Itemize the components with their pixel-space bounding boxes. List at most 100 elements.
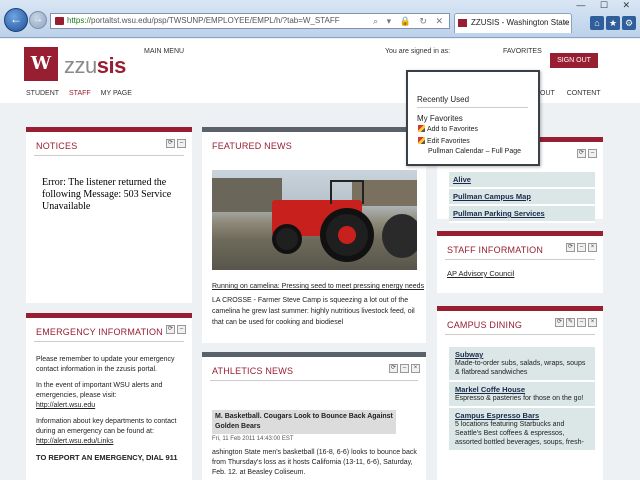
dining-description: 5 locations featuring Starbucks and Seat… [455,421,584,446]
divider [445,334,595,335]
refresh-icon[interactable]: ⟳ [389,364,398,373]
tab-student[interactable]: STUDENT [26,90,59,97]
ap-advisory-council-link[interactable]: AP Advisory Council [447,269,514,278]
emergency-report-notice: TO REPORT AN EMERGENCY, DIAL 911 [36,453,178,462]
refresh-icon[interactable]: ⟳ [566,243,575,252]
link-alive[interactable]: Alive [449,172,595,189]
minimize-icon[interactable]: – [577,243,586,252]
tractor-cab [330,180,364,204]
pullman-calendar-item[interactable]: Pullman Calendar – Full Page [428,148,521,155]
main-menu-link[interactable]: MAIN MENU [144,48,184,55]
portlet-title: CAMPUS DINING [447,320,523,330]
site-favicon-icon [55,17,64,25]
link-pullman-campus-map[interactable]: Pullman Campus Map [449,189,595,206]
refresh-icon[interactable]: ⟳ [166,139,175,148]
portal-header: W zzusis MAIN MENU You are signed in as:… [0,39,640,103]
emergency-text: Please remember to update your emergency… [36,355,196,469]
dining-name-link[interactable]: Subway [455,350,589,359]
home-icon[interactable]: ⌂ [590,16,604,30]
tools-gear-icon[interactable]: ⚙ [622,16,636,30]
list-item: Campus Espresso Bars 5 locations featuri… [449,408,595,450]
close-icon[interactable]: × [411,364,420,373]
portlet-controls: ⟳ – [164,137,186,148]
favorites-star-icon[interactable]: ★ [606,16,620,30]
dining-description: Espresso & pasteries for those on the go… [455,395,584,402]
portlet-title: STAFF INFORMATION [447,245,544,255]
tractor-front-wheel [272,224,302,254]
divider [34,341,184,342]
window-controls[interactable]: — ☐ ✕ [576,0,636,11]
athletics-date: Fri, 11 Feb 2011 14:43:00 EST [212,436,294,442]
staff-information-portlet: STAFF INFORMATION ⟳ – × AP Advisory Counci… [437,231,603,293]
tab-favicon-icon [458,19,467,27]
signed-in-label: You are signed in as: [385,48,451,55]
refresh-icon[interactable]: ⟳ [555,318,564,327]
divider [34,155,184,156]
alert-link[interactable]: http://alert.wsu.edu [36,402,95,409]
close-icon[interactable]: × [588,318,597,327]
logo-text: zzusis [64,53,126,78]
portlet-controls: ⟳ – [164,323,186,334]
list-item: Markel Coffe House Espresso & pasteries … [449,382,595,406]
add-to-favorites-item[interactable]: Add to Favorites [418,125,478,133]
emergency-paragraph: In the event of important WSU alerts and… [36,382,163,409]
link-pullman-parking-services[interactable]: Pullman Parking Services [449,206,595,223]
featured-news-link[interactable]: Running on camelina: Pressing seed to me… [212,283,424,290]
top-nav: STUDENT STAFF MY PAGE [26,90,140,97]
minimize-icon[interactable]: – [588,149,597,158]
browser-tab[interactable]: ZZUSIS - Washington State ... × [454,13,572,33]
tab-staff[interactable]: STAFF [69,90,91,97]
address-bar-icons[interactable]: ⌕ ▾ 🔒 ↻ ✕ [373,14,446,28]
minimize-icon[interactable]: – [177,325,186,334]
edit-icon[interactable]: ✎ [566,318,575,327]
url-scheme: https:// [67,16,92,25]
divider [210,380,418,381]
close-icon[interactable]: × [588,243,597,252]
favorites-link[interactable]: FAVORITES [503,48,542,55]
athletics-summary: ashington State men's basketball (16-8, … [212,449,417,476]
tab-content[interactable]: CONTENT [567,90,601,97]
tractor-rear-wheel [320,208,374,262]
campus-dining-portlet: CAMPUS DINING ⟳ ✎ – × Subway Made-to-order … [437,306,603,480]
dining-name-link[interactable]: Campus Espresso Bars [455,411,589,420]
portlet-controls: ⟳ – [575,147,597,158]
tab-out[interactable]: OUT [540,90,555,97]
notice-error-message: Error: The listener returned the followi… [42,177,172,212]
notices-portlet: NOTICES ⟳ – Error: The listener returned … [26,127,192,303]
toolbar-icons: ⌂ ★ ⚙ [588,16,636,30]
minimize-icon[interactable]: – [400,364,409,373]
forward-button[interactable]: → [29,11,47,29]
my-favorites-heading: My Favorites [417,114,463,123]
alert-links-link[interactable]: http://alert.wsu.edu/Links [36,438,113,445]
minimize-icon[interactable]: – [577,318,586,327]
tab-close-icon[interactable]: × [563,14,568,32]
minimize-icon[interactable]: – [177,139,186,148]
emergency-paragraph: Please remember to update your emergency… [36,356,175,373]
zzusis-logo[interactable]: W zzusis [24,47,126,81]
refresh-icon[interactable]: ⟳ [166,325,175,334]
tractor-rear-wheel-2 [382,214,417,258]
edit-favorites-item[interactable]: Edit Favorites [418,137,470,145]
list-item: Subway Made-to-order subs, salads, wraps… [449,347,595,380]
athletics-headline[interactable]: M. Basketball. Cougars Look to Bounce Ba… [212,410,396,434]
portlet-title: NOTICES [36,141,78,151]
tab-my-page[interactable]: MY PAGE [101,90,132,97]
quick-links-list: Alive Pullman Campus Map Pullman Parking… [449,172,595,223]
portlet-controls: ⟳ – × [387,362,420,373]
recently-used-heading: Recently Used [417,95,470,104]
refresh-icon[interactable]: ⟳ [577,149,586,158]
sign-out-button[interactable]: SIGN OUT [550,53,598,68]
dining-name-link[interactable]: Markel Coffe House [455,385,589,394]
pencil-icon [418,125,425,132]
pencil-icon [418,137,425,144]
featured-news-image[interactable] [212,170,417,270]
dining-description: Made-to-order subs, salads, wraps, soups… [455,360,586,376]
featured-news-portlet: FEATURED NEWS ⟳ Running on camelina: Pre… [202,127,426,343]
url-text: portaltst.wsu.edu/psp/TWSUNP/EMPLOYEE/EM… [91,16,340,25]
portlet-controls: ⟳ ✎ – × [553,316,597,327]
dining-list: Subway Made-to-order subs, salads, wraps… [449,347,595,452]
right-nav: OUT CONTENT [540,90,611,97]
address-bar[interactable]: https://portaltst.wsu.edu/psp/TWSUNP/EMP… [50,13,450,29]
back-button[interactable]: ← [4,8,28,32]
portlet-title: FEATURED NEWS [212,141,292,151]
